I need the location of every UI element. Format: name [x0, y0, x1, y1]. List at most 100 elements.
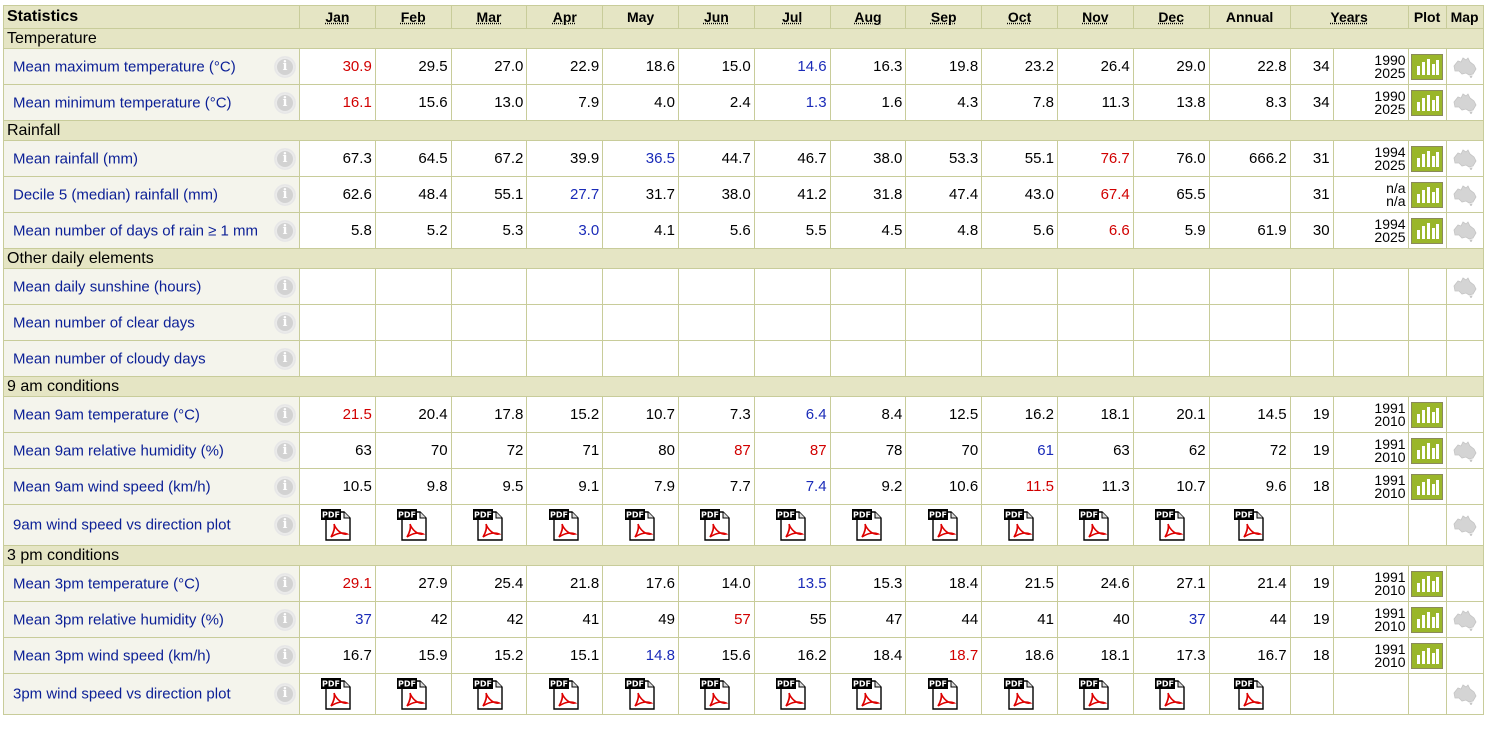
info-icon[interactable]: i [274, 91, 296, 114]
australia-map-icon[interactable] [1452, 220, 1478, 242]
statistic-label[interactable]: Mean 3pm wind speed (km/h) [13, 647, 211, 664]
month-header[interactable]: Nov [1056, 5, 1134, 29]
pdf-icon[interactable]: PDF [1003, 508, 1037, 542]
australia-map-icon[interactable] [1452, 92, 1478, 114]
info-icon[interactable]: i [274, 55, 296, 78]
pdf-icon[interactable]: PDF [1078, 508, 1112, 542]
month-header[interactable]: Sep [905, 5, 983, 29]
bar-chart-icon[interactable] [1411, 437, 1444, 464]
australia-map-icon[interactable] [1452, 184, 1478, 206]
pdf-icon[interactable]: PDF [624, 508, 658, 542]
pdf-icon[interactable]: PDF [624, 677, 658, 711]
bar-chart-icon[interactable] [1411, 642, 1444, 669]
month-header[interactable]: Aug [829, 5, 907, 29]
pdf-icon[interactable]: PDF [927, 677, 961, 711]
statistic-label[interactable]: Mean number of cloudy days [13, 350, 206, 367]
pdf-icon[interactable]: PDF [320, 508, 354, 542]
australia-map-icon[interactable] [1452, 56, 1478, 78]
month-value [450, 340, 528, 377]
statistic-label-cell: Mean number of cloudy days i [3, 340, 300, 377]
info-icon[interactable]: i [274, 403, 296, 426]
month-header[interactable]: Jul [753, 5, 831, 29]
statistic-row: Mean 3pm temperature (°C) i 29.1 27.9 25.4 21… [3, 565, 1484, 602]
bar-chart-icon[interactable] [1411, 89, 1444, 116]
bar-chart-icon[interactable] [1411, 570, 1444, 597]
info-icon[interactable]: i [274, 147, 296, 170]
info-icon[interactable]: i [274, 683, 296, 705]
pdf-cell: PDF [374, 673, 452, 715]
australia-map-icon[interactable] [1452, 609, 1478, 631]
statistic-label[interactable]: Decile 5 (median) rainfall (mm) [13, 186, 218, 203]
bar-chart-icon[interactable] [1411, 145, 1444, 172]
pdf-icon[interactable]: PDF [1003, 677, 1037, 711]
statistic-label[interactable]: 3pm wind speed vs direction plot [13, 686, 231, 703]
pdf-icon[interactable]: PDF [1233, 508, 1267, 542]
statistic-label[interactable]: 9am wind speed vs direction plot [13, 517, 231, 534]
month-header[interactable]: Dec [1132, 5, 1210, 29]
pdf-icon[interactable]: PDF [851, 677, 885, 711]
bar-chart-icon[interactable] [1411, 217, 1444, 244]
month-header[interactable]: Feb [374, 5, 452, 29]
pdf-icon[interactable]: PDF [396, 508, 430, 542]
statistic-label[interactable]: Mean 9am temperature (°C) [13, 406, 200, 423]
australia-map-icon[interactable] [1452, 276, 1478, 298]
bar-chart-icon[interactable] [1411, 53, 1444, 80]
statistic-label-cell: Mean 9am wind speed (km/h) i [3, 468, 300, 505]
info-icon[interactable]: i [274, 475, 296, 498]
bar-chart-icon[interactable] [1411, 606, 1444, 633]
pdf-icon[interactable]: PDF [472, 508, 506, 542]
statistic-label[interactable]: Mean maximum temperature (°C) [13, 58, 236, 75]
statistic-label[interactable]: Mean minimum temperature (°C) [13, 94, 232, 111]
bar-chart-icon[interactable] [1411, 473, 1444, 500]
month-header[interactable]: Mar [450, 5, 528, 29]
statistic-label[interactable]: Mean daily sunshine (hours) [13, 278, 201, 295]
pdf-icon[interactable]: PDF [775, 677, 809, 711]
pdf-icon[interactable]: PDF [548, 508, 582, 542]
info-icon[interactable]: i [274, 439, 296, 462]
info-icon[interactable]: i [274, 347, 296, 370]
statistic-label[interactable]: Mean number of days of rain ≥ 1 mm [13, 222, 258, 239]
annual-header: Annual [1208, 5, 1291, 29]
info-icon[interactable]: i [274, 514, 296, 536]
australia-map-icon[interactable] [1452, 683, 1478, 705]
pdf-icon[interactable]: PDF [1154, 677, 1188, 711]
year-range: 1991 2010 [1332, 468, 1409, 505]
statistic-label[interactable]: Mean 3pm temperature (°C) [13, 575, 200, 592]
statistic-label[interactable]: Mean number of clear days [13, 314, 195, 331]
info-icon[interactable]: i [274, 275, 296, 298]
month-value: 53.3 [905, 140, 983, 177]
month-header[interactable]: Jan [299, 5, 376, 29]
info-icon[interactable]: i [274, 644, 296, 667]
info-icon[interactable]: i [274, 311, 296, 334]
pdf-icon[interactable]: PDF [699, 508, 733, 542]
years-header[interactable]: Years [1289, 5, 1409, 29]
statistic-label[interactable]: Mean 9am wind speed (km/h) [13, 478, 211, 495]
pdf-icon[interactable]: PDF [396, 677, 430, 711]
bar-chart-icon[interactable] [1411, 401, 1444, 428]
info-icon[interactable]: i [274, 183, 296, 206]
statistic-label[interactable]: Mean 3pm relative humidity (%) [13, 611, 224, 628]
info-icon[interactable]: i [274, 219, 296, 242]
info-icon[interactable]: i [274, 572, 296, 595]
pdf-icon[interactable]: PDF [1154, 508, 1188, 542]
pdf-icon[interactable]: PDF [1078, 677, 1112, 711]
pdf-icon[interactable]: PDF [927, 508, 961, 542]
pdf-icon[interactable]: PDF [851, 508, 885, 542]
pdf-icon[interactable]: PDF [775, 508, 809, 542]
australia-map-icon[interactable] [1452, 514, 1478, 536]
month-header[interactable]: Apr [526, 5, 604, 29]
bar-chart-icon[interactable] [1411, 181, 1444, 208]
month-header[interactable]: Jun [677, 5, 755, 29]
australia-map-icon[interactable] [1452, 440, 1478, 462]
australia-map-icon[interactable] [1452, 148, 1478, 170]
pdf-icon[interactable]: PDF [1233, 677, 1267, 711]
info-icon[interactable]: i [274, 608, 296, 631]
pdf-icon[interactable]: PDF [472, 677, 506, 711]
pdf-icon[interactable]: PDF [320, 677, 354, 711]
years-value: 19 [1289, 396, 1334, 433]
statistic-label[interactable]: Mean rainfall (mm) [13, 150, 138, 167]
pdf-icon[interactable]: PDF [699, 677, 733, 711]
pdf-icon[interactable]: PDF [548, 677, 582, 711]
statistic-label[interactable]: Mean 9am relative humidity (%) [13, 442, 224, 459]
month-header[interactable]: Oct [981, 5, 1058, 29]
